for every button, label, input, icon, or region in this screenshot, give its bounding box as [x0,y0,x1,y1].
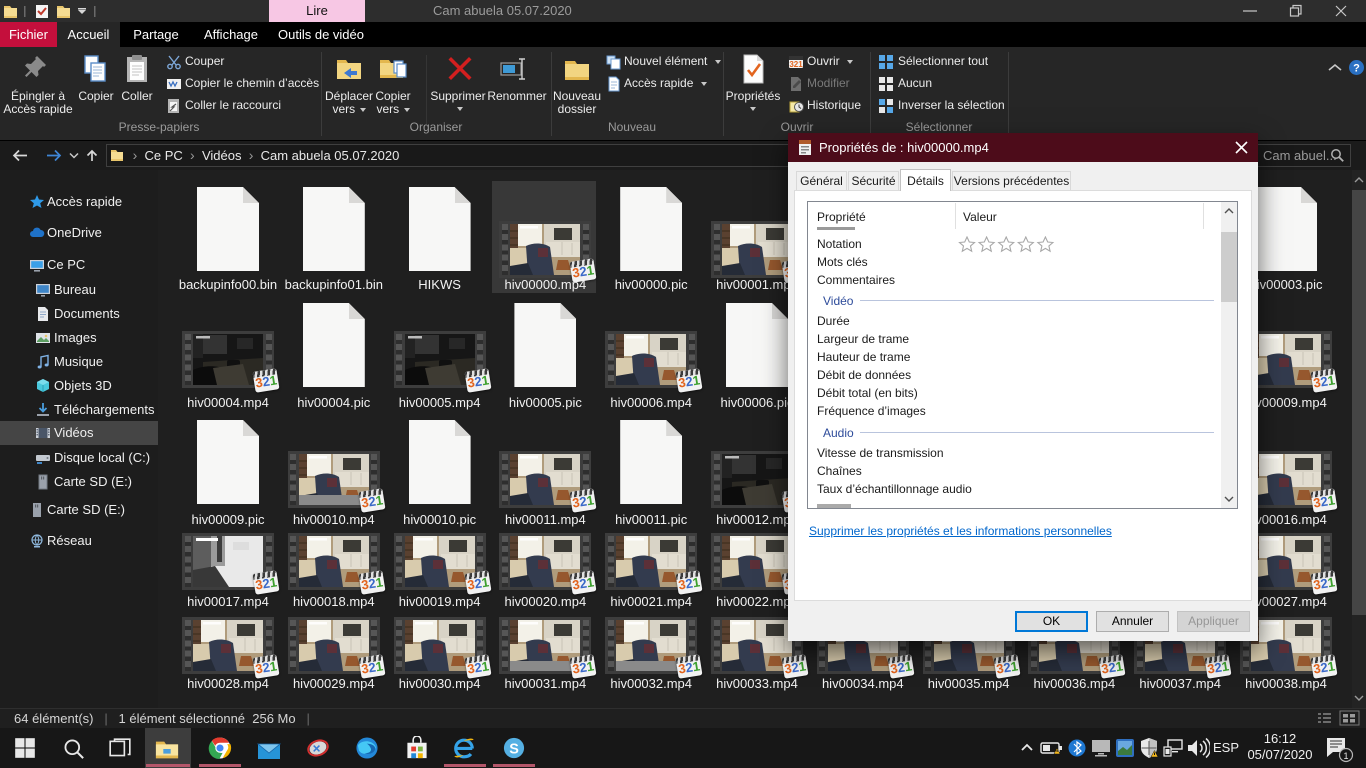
svg-text:?: ? [1353,63,1360,75]
svg-text:1: 1 [1343,751,1348,761]
svg-text:S: S [509,741,519,757]
svg-text:321: 321 [789,60,803,69]
